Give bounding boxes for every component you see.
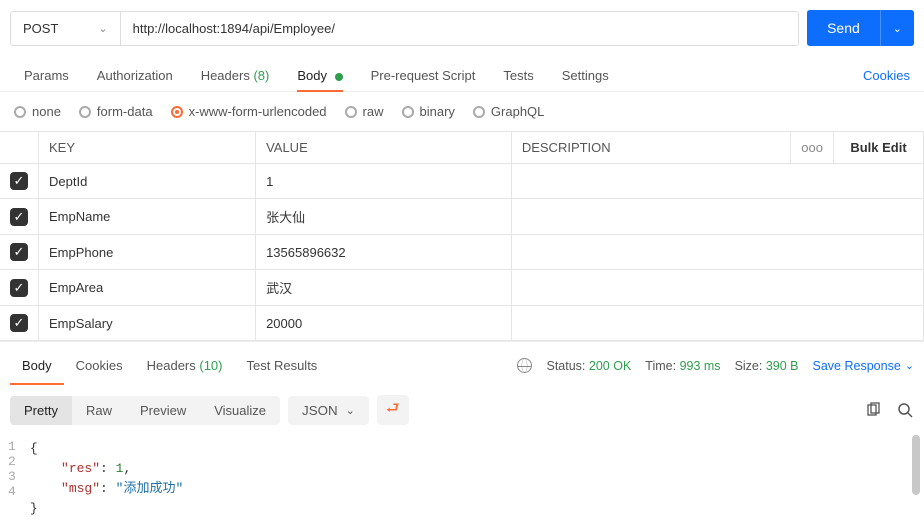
wrap-lines-button[interactable]: ⮐ — [377, 395, 409, 425]
http-method-select[interactable]: POST ⌄ — [11, 12, 121, 45]
cell-description[interactable] — [511, 306, 923, 341]
radio-icon — [345, 106, 357, 118]
view-raw[interactable]: Raw — [72, 396, 126, 425]
size-label: Size: 390 B — [735, 359, 799, 373]
table-row: ✓ EmpName张大仙 — [0, 199, 924, 235]
cell-key[interactable]: DeptId — [39, 164, 256, 199]
cell-value[interactable]: 武汉 — [256, 270, 512, 306]
cell-description[interactable] — [511, 270, 923, 306]
send-options-button[interactable]: ⌄ — [880, 10, 914, 46]
bulk-edit-button[interactable]: Bulk Edit — [834, 132, 924, 164]
row-checkbox[interactable]: ✓ — [10, 208, 28, 226]
time-value: 993 ms — [680, 359, 721, 373]
body-type-urlencoded[interactable]: x-www-form-urlencoded — [171, 104, 327, 119]
form-data-table: KEY VALUE DESCRIPTION ooo Bulk Edit ✓ Dep… — [0, 131, 924, 341]
wrap-icon: ⮐ — [386, 398, 400, 423]
chevron-down-icon: ⌄ — [893, 23, 902, 35]
more-actions-button[interactable]: ooo — [791, 132, 834, 164]
http-method-value: POST — [23, 21, 58, 36]
response-headers-count: (10) — [199, 358, 222, 373]
cell-description[interactable] — [511, 199, 923, 235]
body-type-graphql[interactable]: GraphQL — [473, 104, 544, 119]
chevron-down-icon: ⌄ — [98, 22, 107, 35]
radio-icon — [402, 106, 414, 118]
cell-key[interactable]: EmpSalary — [39, 306, 256, 341]
tab-prerequest[interactable]: Pre-request Script — [357, 60, 490, 91]
copy-icon[interactable] — [864, 401, 882, 419]
row-checkbox[interactable]: ✓ — [10, 279, 28, 297]
column-value: VALUE — [256, 132, 512, 164]
tab-settings[interactable]: Settings — [548, 60, 623, 91]
url-input[interactable] — [121, 12, 798, 45]
body-type-form-data[interactable]: form-data — [79, 104, 153, 119]
save-response-button[interactable]: Save Response ⌄ — [813, 359, 914, 373]
format-select[interactable]: JSON ⌄ — [288, 396, 369, 425]
cell-value[interactable]: 20000 — [256, 306, 512, 341]
chevron-down-icon: ⌄ — [346, 404, 355, 417]
response-tab-test-results[interactable]: Test Results — [235, 352, 330, 379]
row-checkbox[interactable]: ✓ — [10, 172, 28, 190]
chevron-down-icon: ⌄ — [905, 359, 914, 372]
column-description: DESCRIPTION — [511, 132, 790, 164]
cookies-link[interactable]: Cookies — [859, 60, 914, 91]
table-row: ✓ EmpArea武汉 — [0, 270, 924, 306]
headers-count: (8) — [253, 68, 269, 83]
response-tab-headers[interactable]: Headers (10) — [135, 352, 235, 379]
cell-value[interactable]: 1 — [256, 164, 512, 199]
body-type-none[interactable]: none — [14, 104, 61, 119]
tab-authorization[interactable]: Authorization — [83, 60, 187, 91]
response-tab-cookies[interactable]: Cookies — [64, 352, 135, 379]
cell-description[interactable] — [511, 235, 923, 270]
select-all-cell — [0, 132, 39, 164]
status-value: 200 OK — [589, 359, 631, 373]
cell-key[interactable]: EmpName — [39, 199, 256, 235]
radio-icon — [473, 106, 485, 118]
view-pretty[interactable]: Pretty — [10, 396, 72, 425]
cell-description[interactable] — [511, 164, 923, 199]
cell-key[interactable]: EmpArea — [39, 270, 256, 306]
row-checkbox[interactable]: ✓ — [10, 314, 28, 332]
tab-headers[interactable]: Headers (8) — [187, 60, 284, 91]
cell-value[interactable]: 张大仙 — [256, 199, 512, 235]
column-key: KEY — [39, 132, 256, 164]
radio-icon — [79, 106, 91, 118]
response-body-viewer[interactable]: 1234 { "res": 1, "msg": "添加成功" } — [0, 435, 924, 524]
body-type-raw[interactable]: raw — [345, 104, 384, 119]
send-button[interactable]: Send — [807, 10, 880, 46]
radio-icon — [14, 106, 26, 118]
search-icon[interactable] — [896, 401, 914, 419]
time-label: Time: 993 ms — [645, 359, 720, 373]
table-row: ✓ EmpSalary20000 — [0, 306, 924, 341]
cell-key[interactable]: EmpPhone — [39, 235, 256, 270]
code-content: { "res": 1, "msg": "添加成功" } — [30, 439, 924, 520]
status-label: Status: 200 OK — [546, 359, 631, 373]
row-checkbox[interactable]: ✓ — [10, 243, 28, 261]
body-type-binary[interactable]: binary — [402, 104, 455, 119]
scrollbar-thumb[interactable] — [912, 435, 920, 495]
cell-value[interactable]: 13565896632 — [256, 235, 512, 270]
globe-icon[interactable] — [517, 358, 532, 373]
tab-params[interactable]: Params — [10, 60, 83, 91]
view-preview[interactable]: Preview — [126, 396, 200, 425]
response-tab-body[interactable]: Body — [10, 352, 64, 379]
line-numbers: 1234 — [0, 439, 30, 520]
radio-selected-icon — [171, 106, 183, 118]
view-visualize[interactable]: Visualize — [200, 396, 280, 425]
size-value: 390 B — [766, 359, 799, 373]
body-modified-dot-icon — [335, 73, 343, 81]
tab-tests[interactable]: Tests — [489, 60, 547, 91]
table-row: ✓ EmpPhone13565896632 — [0, 235, 924, 270]
tab-body[interactable]: Body — [283, 60, 356, 91]
view-mode-segment: Pretty Raw Preview Visualize — [10, 396, 280, 425]
table-row: ✓ DeptId1 — [0, 164, 924, 199]
